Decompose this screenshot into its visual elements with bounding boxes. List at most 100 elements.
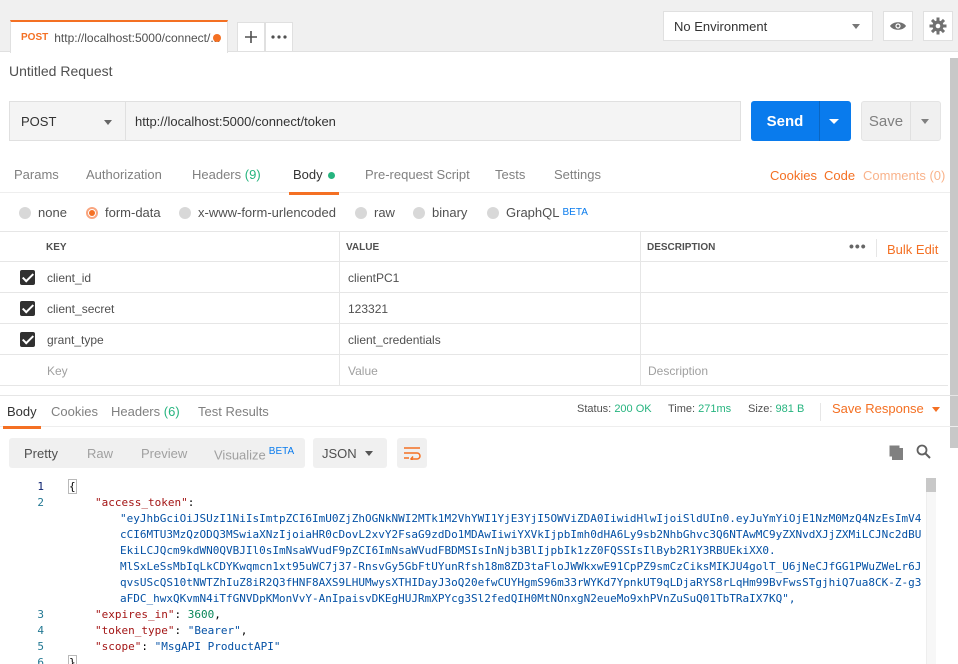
row-value[interactable]: clientPC1 — [348, 271, 399, 285]
bulk-edit-link[interactable]: Bulk Edit — [887, 242, 938, 257]
time-label: Time: — [668, 403, 696, 415]
size-value: 981 B — [775, 403, 805, 415]
json-string-line: "eyJhbGciOiJSUzI1NiIsImtpZCI6ImU0ZjZhOGN… — [120, 512, 922, 525]
format-preview[interactable]: Preview — [141, 446, 187, 461]
mode-form-data-radio[interactable]: form-data — [86, 205, 161, 220]
mode-graphql-label: GraphQL — [506, 205, 560, 220]
save-options-chevron-icon[interactable] — [921, 118, 929, 124]
tab-body[interactable]: Body — [289, 167, 339, 195]
send-options-chevron-icon[interactable] — [829, 118, 839, 124]
url-input[interactable]: http://localhost:5000/connect/token — [126, 101, 741, 141]
response-tabs: Body Cookies Headers (6) Test Results St… — [0, 395, 958, 429]
mode-urlencoded-radio[interactable]: x-www-form-urlencoded — [179, 205, 336, 220]
status-value: 200 OK — [614, 403, 652, 415]
tab-body-label: Body — [293, 167, 323, 182]
row-enabled-checkbox[interactable] — [20, 270, 35, 285]
response-body-editor[interactable]: 1 2 3 4 5 6 { "access_token": "eyJhbGciO… — [0, 478, 938, 664]
row-enabled-checkbox[interactable] — [20, 301, 35, 316]
code-open-brace: { — [68, 479, 77, 494]
method-select[interactable]: POST — [9, 101, 126, 141]
main-scrollbar[interactable] — [950, 58, 958, 448]
mode-raw-radio[interactable]: raw — [355, 205, 395, 220]
json-entry: "token_type": "Bearer", — [95, 624, 248, 637]
request-tab-title: http://localhost:5000/connect/... — [54, 30, 221, 45]
send-split-divider — [819, 101, 820, 141]
row-key[interactable]: grant_type — [47, 333, 104, 347]
column-divider[interactable] — [640, 232, 641, 261]
tab-params[interactable]: Params — [14, 167, 59, 182]
mode-none-label: none — [38, 205, 67, 220]
tab-prerequest-script[interactable]: Pre-request Script — [365, 167, 470, 182]
table-row: client_id clientPC1 — [0, 262, 948, 293]
manage-environments-button[interactable] — [923, 11, 953, 41]
divider — [876, 239, 877, 257]
expires-in-key: "expires_in" — [95, 608, 175, 621]
line-number: 3 — [37, 608, 44, 621]
environment-select[interactable]: No Environment — [663, 11, 873, 41]
request-tab[interactable]: POST http://localhost:5000/connect/... — [10, 20, 228, 53]
search-icon[interactable] — [916, 444, 931, 459]
tab-authorization[interactable]: Authorization — [86, 167, 162, 182]
mode-binary-label: binary — [432, 205, 468, 220]
time-value: 271ms — [698, 403, 732, 415]
status-label: Status: — [577, 403, 612, 415]
send-button[interactable]: Send — [751, 101, 851, 141]
column-divider — [339, 355, 340, 385]
code-link[interactable]: Code — [824, 168, 855, 183]
row-value[interactable]: 123321 — [348, 302, 388, 316]
editor-scroll-track[interactable] — [926, 492, 936, 664]
tab-settings[interactable]: Settings — [554, 167, 601, 182]
row-enabled-checkbox[interactable] — [20, 332, 35, 347]
column-divider[interactable] — [339, 232, 340, 261]
json-string-line: EkiLCJQcm9kdWN0QVBJIl0sImNsaWVudF9pZCI6I… — [120, 544, 776, 557]
mode-graphql-radio[interactable]: GraphQL BETA — [487, 205, 588, 220]
row-key[interactable]: client_secret — [47, 302, 114, 316]
editor-scrollbar-thumb[interactable] — [926, 478, 936, 492]
time-indicator: Time: 271ms — [668, 403, 731, 415]
beta-badge: BETA — [562, 207, 588, 218]
mode-binary-radio[interactable]: binary — [413, 205, 467, 220]
column-divider — [339, 324, 340, 354]
token-type-key: "token_type" — [95, 624, 175, 637]
json-key: "access_token": — [95, 496, 195, 509]
json-string-line: cCI6MTU3MzQzODQ3MSwiaXNzIjoiaHR0cDovL2xv… — [120, 528, 922, 541]
tab-test-results[interactable]: Test Results — [198, 404, 269, 419]
tab-response-headers-count: (6) — [163, 404, 180, 419]
copy-icon[interactable] — [889, 445, 903, 460]
row-value[interactable]: client_credentials — [348, 333, 441, 347]
more-horizontal-icon[interactable]: ••• — [849, 238, 867, 254]
wrap-lines-button[interactable] — [397, 438, 427, 468]
tab-options-button[interactable] — [265, 22, 293, 52]
format-visualize[interactable]: Visualize BETA — [214, 446, 294, 462]
tab-headers[interactable]: Headers (9) — [192, 167, 261, 182]
save-response-button[interactable]: Save Response — [832, 401, 940, 416]
request-tab-method: POST — [21, 32, 49, 43]
tab-response-body[interactable]: Body — [3, 404, 41, 429]
row-key[interactable]: client_id — [47, 271, 91, 285]
unsaved-dot-icon — [213, 34, 221, 42]
format-pretty[interactable]: Pretty — [24, 446, 58, 461]
format-raw[interactable]: Raw — [87, 446, 113, 461]
save-button[interactable]: Save — [861, 101, 941, 141]
save-response-label: Save Response — [832, 401, 924, 416]
radio-icon — [413, 206, 425, 219]
format-visualize-label: Visualize — [214, 447, 266, 463]
column-divider — [640, 293, 641, 323]
divider — [820, 403, 821, 421]
new-value-input[interactable]: Value — [348, 364, 378, 378]
new-tab-button[interactable] — [237, 22, 265, 52]
comments-link[interactable]: Comments (0) — [863, 168, 945, 183]
tab-response-cookies[interactable]: Cookies — [51, 404, 98, 419]
gear-icon — [929, 17, 947, 35]
tab-tests[interactable]: Tests — [495, 167, 525, 182]
language-select[interactable]: JSON — [313, 438, 387, 468]
col-key-header: KEY — [46, 242, 67, 253]
table-row-new: Key Value Description — [0, 355, 948, 386]
mode-none-radio[interactable]: none — [19, 205, 67, 220]
environment-quick-look-button[interactable] — [883, 11, 913, 41]
cookies-link[interactable]: Cookies — [770, 168, 817, 183]
new-key-input[interactable]: Key — [47, 364, 68, 378]
new-description-input[interactable]: Description — [648, 364, 708, 378]
tab-response-headers[interactable]: Headers (6) — [111, 404, 180, 419]
request-name[interactable]: Untitled Request — [9, 63, 113, 79]
